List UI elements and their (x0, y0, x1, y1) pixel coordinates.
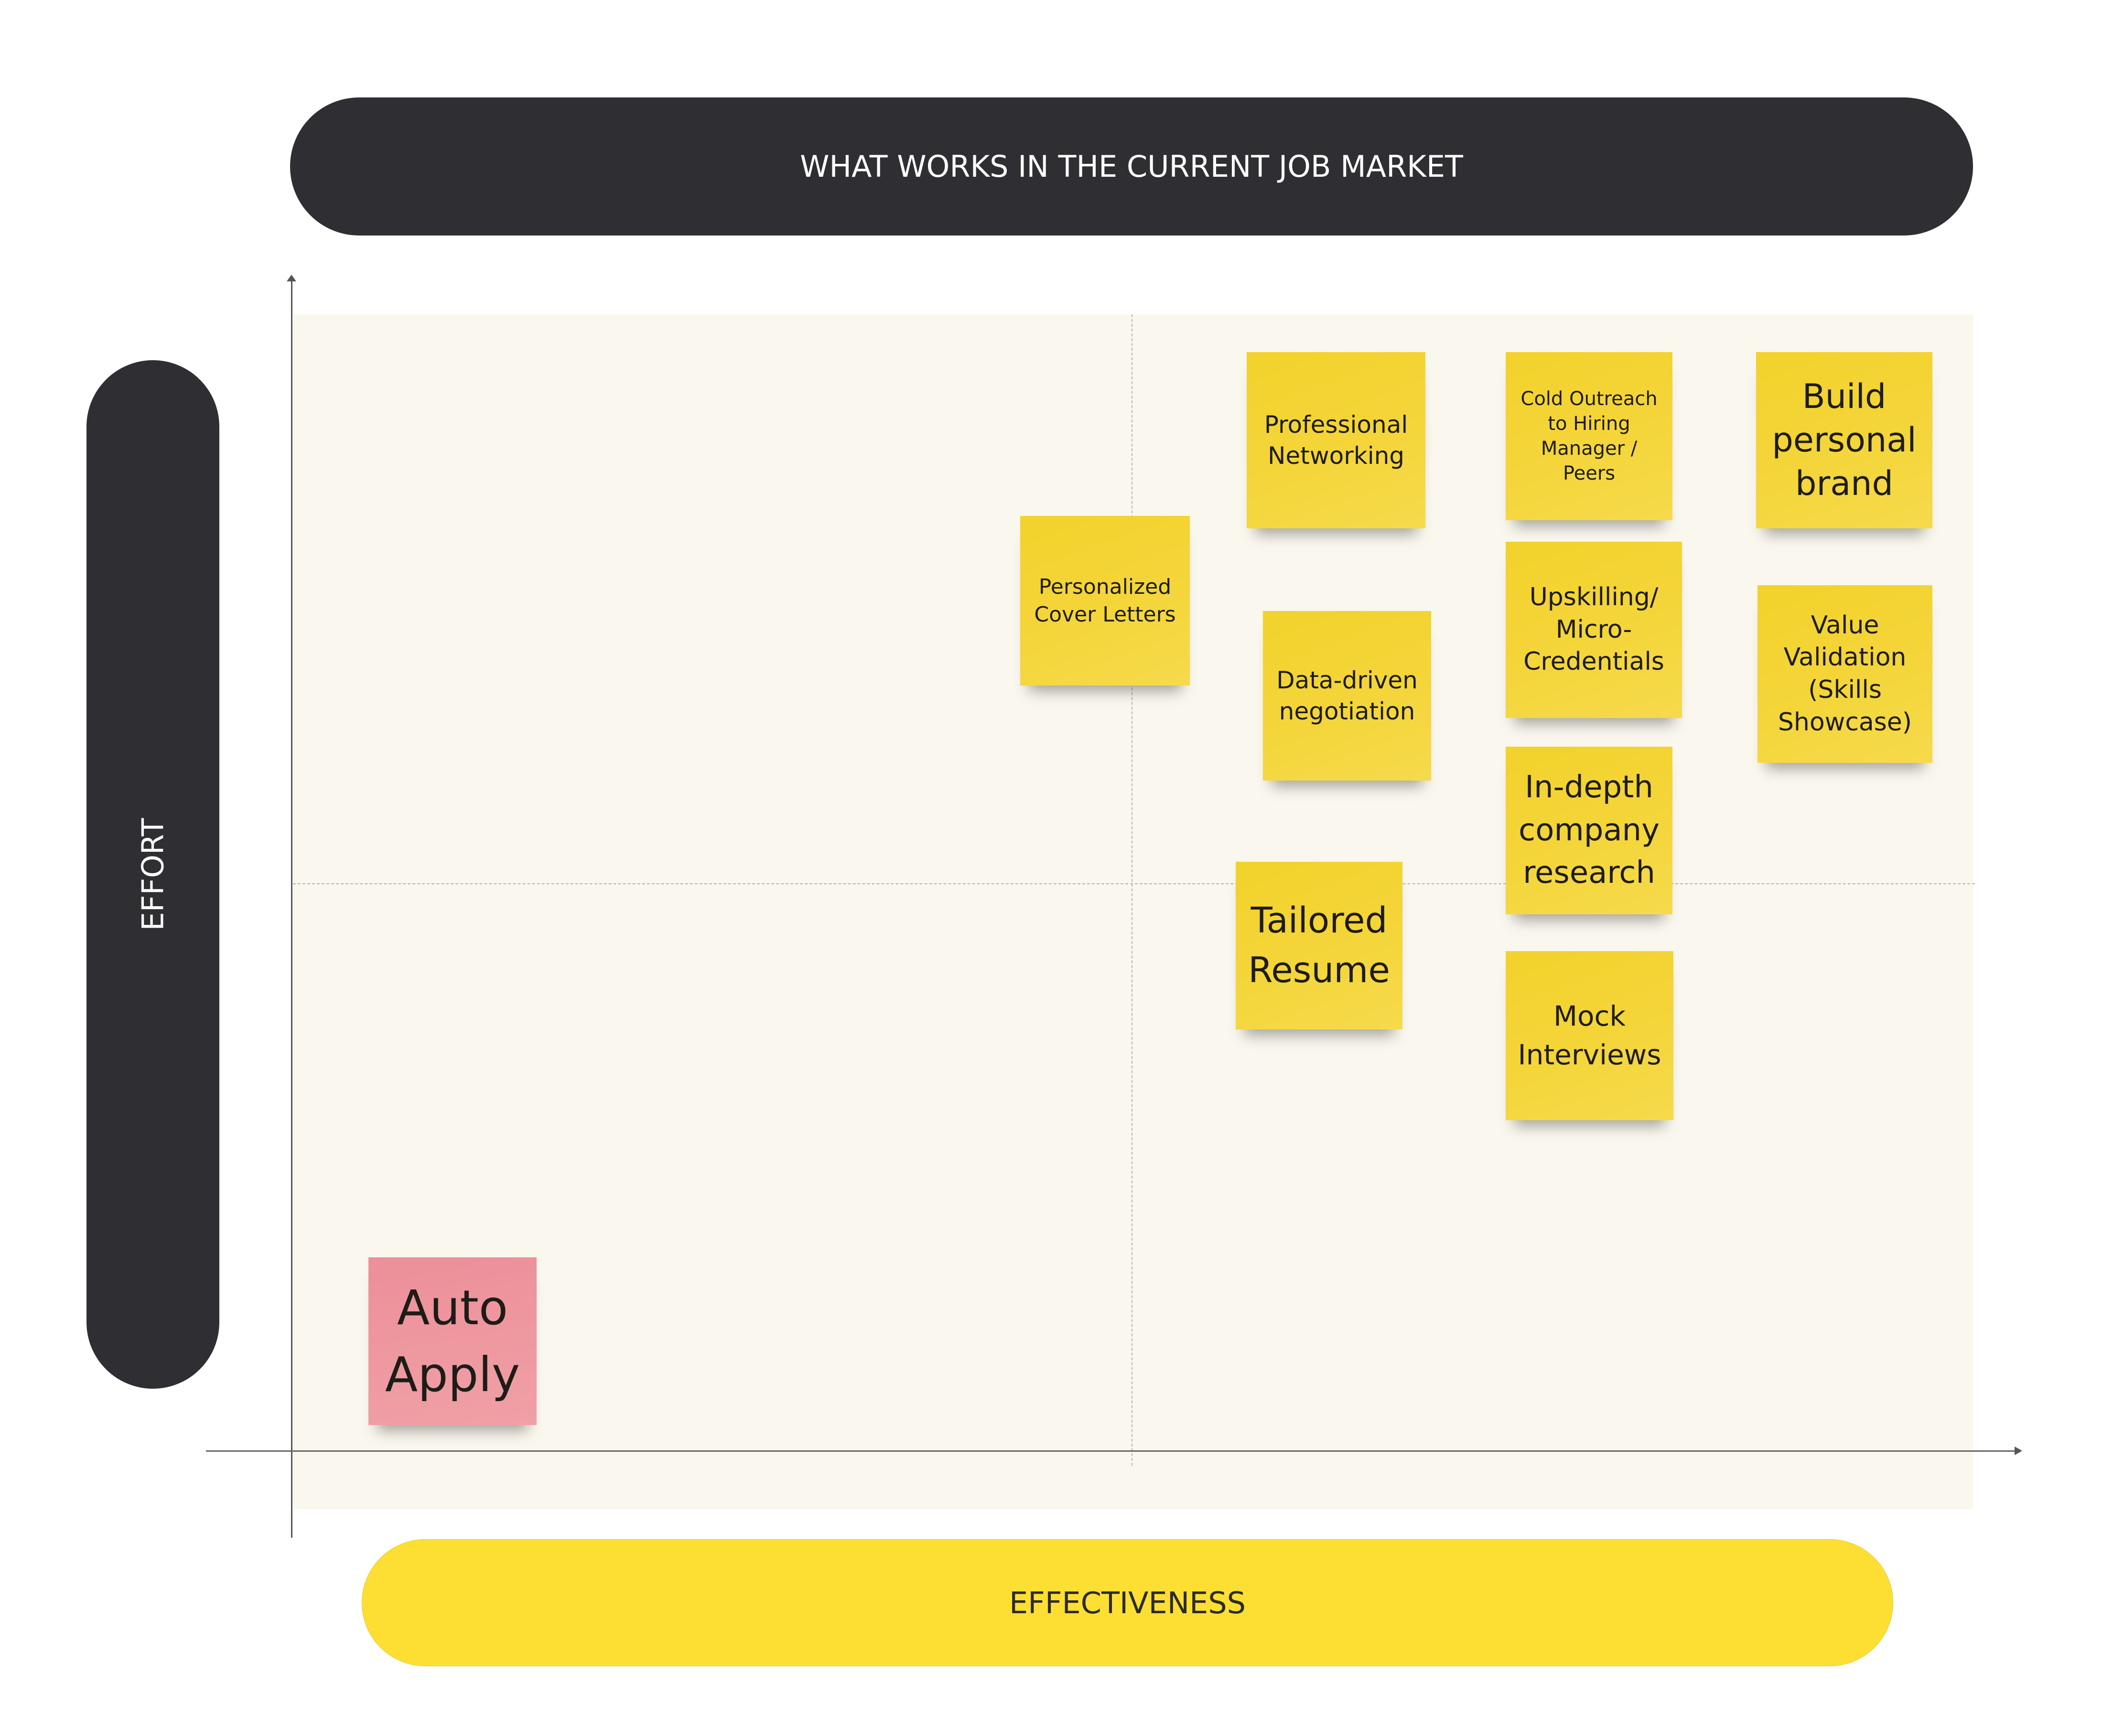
effort-label: EFFORT (135, 818, 171, 931)
sticky-note-text: Mock Interviews (1518, 999, 1661, 1071)
sticky-note-build-personal-brand[interactable]: Build personal brand (1756, 352, 1932, 528)
x-axis-arrow-icon (2015, 1447, 2022, 1455)
sticky-note-text: Professional Networking (1264, 410, 1408, 470)
sticky-note-data-driven-negotiation[interactable]: Data-driven negotiation (1263, 611, 1431, 781)
title-banner: WHAT WORKS IN THE CURRENT JOB MARKET (290, 97, 1973, 236)
sticky-note-text: Personalized Cover Letters (1034, 575, 1176, 627)
sticky-note-value-validation[interactable]: Value Validation (Skills Showcase) (1758, 585, 1932, 763)
sticky-note-upskilling[interactable]: Upskilling/ Micro- Credentials (1506, 542, 1682, 718)
sticky-note-tailored-resume[interactable]: Tailored Resume (1236, 862, 1402, 1029)
sticky-note-text: Value Validation (Skills Showcase) (1778, 611, 1912, 737)
sticky-note-auto-apply[interactable]: Auto Apply (368, 1257, 537, 1425)
sticky-note-text: Data-driven negotiation (1276, 666, 1418, 725)
x-axis-line (206, 1450, 2017, 1452)
title-text: WHAT WORKS IN THE CURRENT JOB MARKET (800, 149, 1463, 184)
y-axis-arrow-icon (287, 275, 296, 281)
sticky-note-in-depth-company-research[interactable]: In-depth company research (1506, 747, 1672, 914)
effectiveness-axis-label-pill: EFFECTIVENESS (362, 1539, 1893, 1666)
effectiveness-label: EFFECTIVENESS (1009, 1585, 1246, 1620)
sticky-note-text: Tailored Resume (1248, 900, 1390, 991)
sticky-note-text: Build personal brand (1772, 377, 1917, 503)
sticky-note-text: In-depth company research (1519, 770, 1660, 891)
sticky-note-professional-networking[interactable]: Professional Networking (1247, 352, 1425, 528)
effort-axis-label-pill: EFFORT (86, 360, 219, 1389)
y-axis-line (291, 278, 292, 1538)
sticky-note-personalized-cover-letters[interactable]: Personalized Cover Letters (1020, 516, 1190, 686)
sticky-note-cold-outreach[interactable]: Cold Outreach to Hiring Manager / Peers (1506, 352, 1672, 520)
quadrant-divider-horizontal (293, 883, 1975, 884)
sticky-note-mock-interviews[interactable]: Mock Interviews (1506, 951, 1673, 1120)
matrix-board (293, 314, 1973, 1509)
sticky-note-text: Cold Outreach to Hiring Manager / Peers (1521, 388, 1658, 484)
sticky-note-text: Upskilling/ Micro- Credentials (1523, 583, 1664, 676)
sticky-note-text: Auto Apply (385, 1279, 520, 1403)
